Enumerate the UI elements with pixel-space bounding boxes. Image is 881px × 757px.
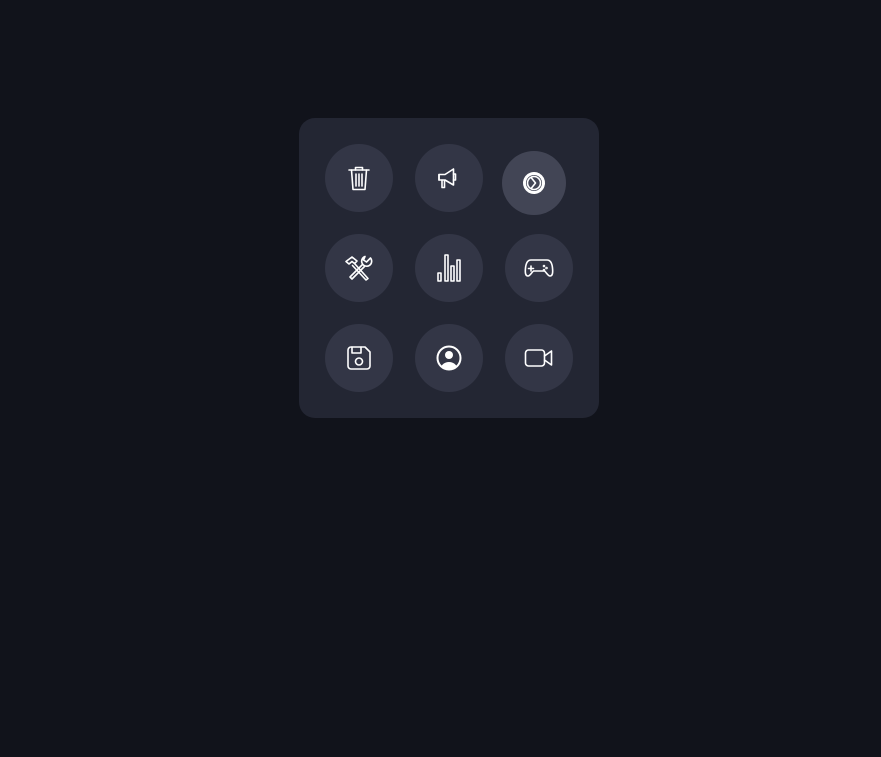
megaphone-button[interactable] [415,144,483,212]
account-button[interactable] [415,324,483,392]
gear-button[interactable] [502,151,566,215]
save-button[interactable] [325,324,393,392]
trash-icon [348,166,370,191]
icon-grid-panel [299,118,599,418]
tools-button[interactable] [325,234,393,302]
bar-chart-icon [437,254,461,282]
user-circle-icon [436,345,462,371]
gamepad-button[interactable] [505,234,573,302]
hammer-wrench-icon [345,255,373,281]
trash-button[interactable] [325,144,393,212]
stats-button[interactable] [415,234,483,302]
video-camera-icon [524,349,553,367]
video-button[interactable] [505,324,573,392]
gear-icon [523,172,545,194]
megaphone-icon [438,168,457,189]
gamepad-icon [524,259,554,277]
floppy-disk-icon [347,346,371,370]
